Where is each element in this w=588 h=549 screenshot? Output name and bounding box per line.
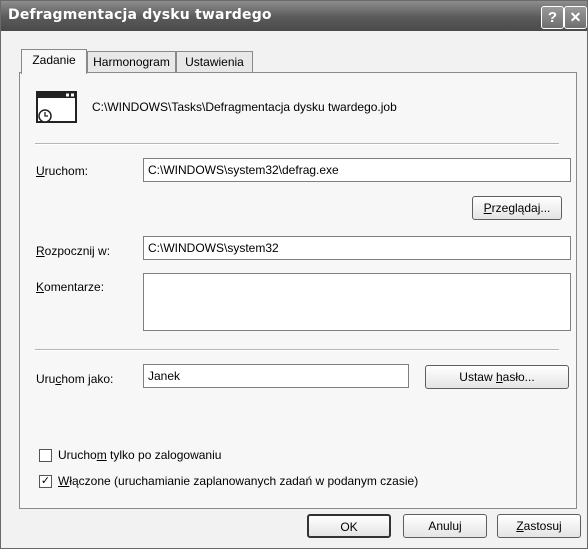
comments-field[interactable] xyxy=(143,273,571,331)
run-as-label: Uruchom jako: xyxy=(36,372,114,386)
set-password-button[interactable]: Ustaw hasło... xyxy=(425,365,569,389)
help-button[interactable]: ? xyxy=(541,6,564,29)
task-file-path: C:\WINDOWS\Tasks\Defragmentacja dysku tw… xyxy=(92,100,397,114)
cancel-button[interactable]: Anuluj xyxy=(403,514,487,538)
window-title: Defragmentacja dysku twardego xyxy=(8,7,272,23)
comments-label: Komentarze: xyxy=(36,280,105,294)
dialog-window: Defragmentacja dysku twardego ? ✕ Zadani… xyxy=(0,0,588,549)
tab-panel: C:\WINDOWS\Tasks\Defragmentacja dysku tw… xyxy=(19,72,577,509)
scheduled-task-icon xyxy=(36,91,78,125)
enabled-label: Włączone (uruchamianie zaplanowanych zad… xyxy=(58,474,419,488)
divider xyxy=(35,349,559,351)
title-bar[interactable]: Defragmentacja dysku twardego ? ✕ xyxy=(1,1,587,31)
ok-button[interactable]: OK xyxy=(307,514,391,538)
help-icon: ? xyxy=(547,9,558,26)
logged-on-only-checkbox[interactable] xyxy=(39,449,52,462)
close-icon: ✕ xyxy=(569,9,582,25)
divider xyxy=(35,143,559,145)
browse-button[interactable]: Przeglądaj... xyxy=(472,196,562,220)
start-in-field[interactable]: C:\WINDOWS\system32 xyxy=(143,236,571,260)
checkmark-icon: ✓ xyxy=(40,475,51,487)
tab-label: Harmonogram xyxy=(93,55,170,69)
tab-harmonogram[interactable]: Harmonogram xyxy=(87,51,176,72)
run-command-field[interactable]: C:\WINDOWS\system32\defrag.exe xyxy=(143,158,571,182)
logged-on-only-label: Uruchom tylko po zalogowaniu xyxy=(58,448,222,462)
run-label: Uruchom: xyxy=(36,164,89,178)
tab-zadanie[interactable]: Zadanie xyxy=(21,49,87,74)
start-in-label: Rozpocznij w: xyxy=(36,244,111,258)
apply-button[interactable]: Zastosuj xyxy=(497,514,581,538)
close-button[interactable]: ✕ xyxy=(564,6,587,29)
enabled-checkbox[interactable]: ✓ xyxy=(39,475,52,488)
tab-label: Ustawienia xyxy=(185,55,244,69)
tab-ustawienia[interactable]: Ustawienia xyxy=(176,51,253,72)
tab-label: Zadanie xyxy=(32,53,76,67)
run-as-user-field[interactable]: Janek xyxy=(143,364,409,388)
